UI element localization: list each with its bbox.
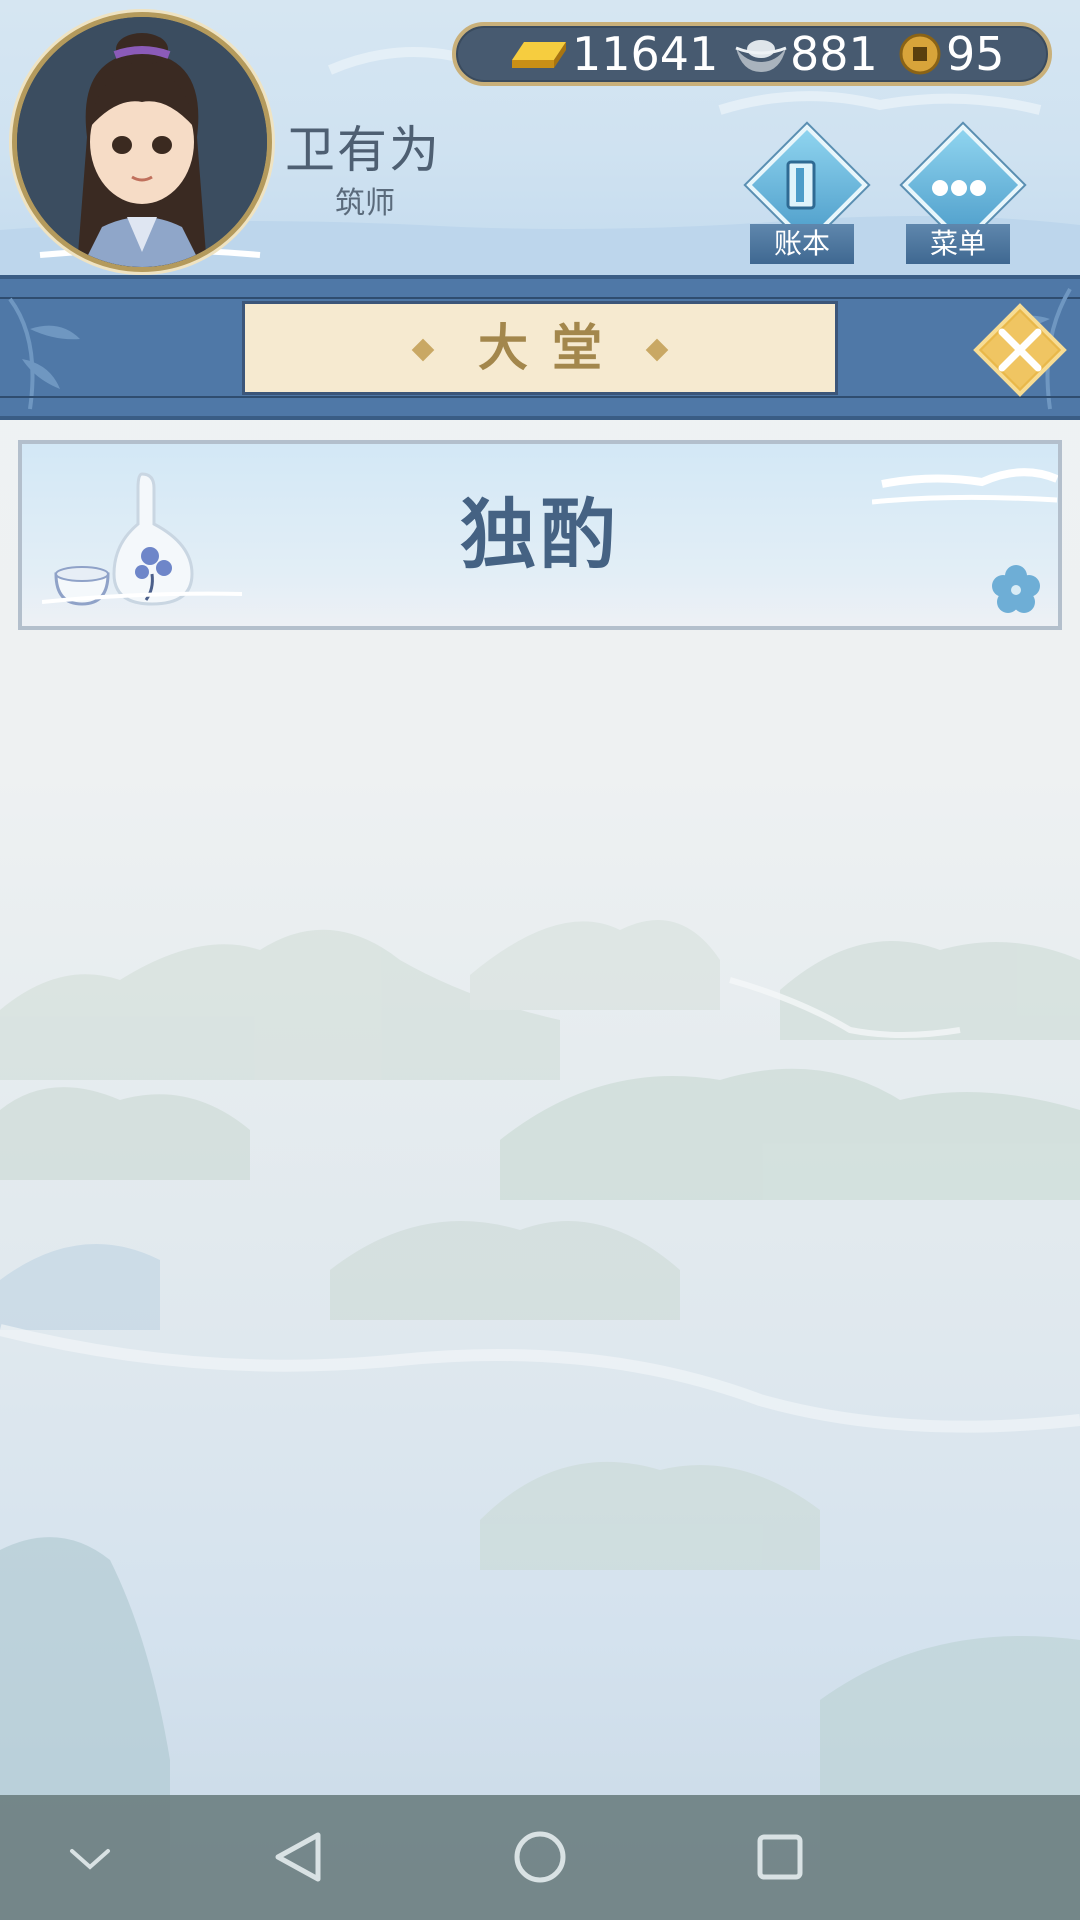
- nav-recents-icon[interactable]: [720, 1795, 840, 1920]
- silver-ingot-icon: [735, 40, 787, 72]
- menu-label: 菜单: [906, 224, 1010, 264]
- portrait-image: [17, 17, 267, 267]
- player-name: 卫有为: [285, 121, 441, 179]
- close-button[interactable]: [972, 302, 1068, 398]
- copper-coin-icon: [899, 33, 941, 75]
- list-item-label: 独酌: [460, 490, 620, 579]
- ledger-label: 账本: [750, 224, 854, 264]
- gold-currency: 11641: [508, 26, 718, 82]
- silver-currency: 881: [732, 26, 878, 82]
- gold-ingot-icon: [512, 42, 566, 68]
- nav-home-icon[interactable]: [480, 1795, 600, 1920]
- copper-amount: 95: [946, 27, 1005, 81]
- title-plaque: 大堂: [242, 301, 838, 395]
- page-title-banner: 大堂: [0, 275, 1080, 420]
- gold-amount: 11641: [572, 27, 719, 81]
- bamboo-decoration-left: [8, 297, 80, 410]
- page-title: 大堂: [478, 319, 626, 377]
- menu-button[interactable]: 菜单: [898, 124, 1024, 264]
- currency-bar: 11641 881 95: [452, 22, 1052, 86]
- player-title: 筑师: [335, 186, 395, 221]
- top-status-header: 卫有为 筑师 11641 881 95 账本 菜单: [0, 0, 1080, 275]
- nav-back-icon[interactable]: [240, 1795, 360, 1920]
- nav-collapse-icon[interactable]: [30, 1795, 150, 1920]
- ledger-button[interactable]: 账本: [742, 124, 868, 264]
- copper-currency: 95: [898, 26, 1005, 82]
- player-avatar[interactable]: [12, 12, 272, 272]
- silver-amount: 881: [790, 27, 878, 81]
- system-navigation-bar: [0, 1795, 1080, 1920]
- list-item[interactable]: 独酌: [18, 440, 1062, 630]
